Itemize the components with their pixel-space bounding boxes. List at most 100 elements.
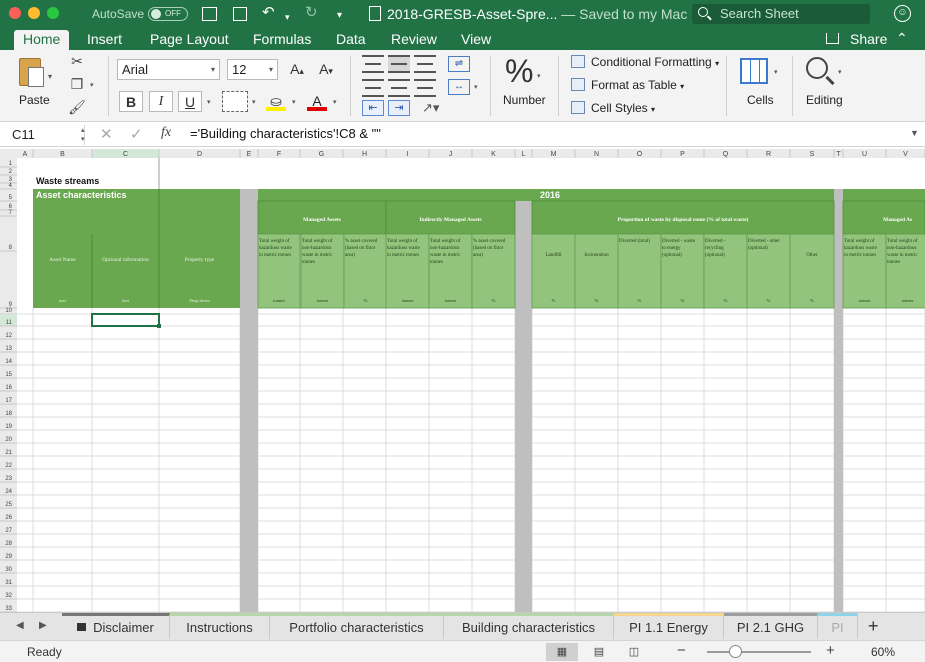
- cell-styles-button[interactable]: Cell Styles ▾: [571, 100, 655, 118]
- tab-data[interactable]: Data: [327, 30, 375, 50]
- underline-button[interactable]: U: [178, 91, 202, 112]
- underline-dropdown-icon[interactable]: ▾: [207, 98, 211, 106]
- minimize-window-button[interactable]: [28, 7, 40, 19]
- sheet-tab-disclaimer[interactable]: Disclaimer: [62, 613, 170, 639]
- align-middle-icon[interactable]: [388, 55, 410, 73]
- number-label[interactable]: Number: [503, 93, 546, 107]
- expand-formula-bar-icon[interactable]: ▼: [910, 128, 919, 138]
- sheet-tab-instructions[interactable]: Instructions: [170, 613, 270, 639]
- merge-center-icon[interactable]: ↔: [448, 79, 470, 95]
- column-header-label: D: [197, 151, 202, 158]
- managed-col-label: % asset covered: [345, 239, 378, 244]
- font-size-select[interactable]: 12 ▾: [227, 59, 278, 80]
- increase-font-size-button[interactable]: A▴: [285, 59, 309, 80]
- align-top-icon[interactable]: [362, 55, 384, 73]
- copy-icon[interactable]: ❐: [68, 76, 86, 92]
- name-box-stepper-icon[interactable]: ▴ ▾: [81, 126, 85, 144]
- maximize-window-button[interactable]: [47, 7, 59, 19]
- borders-dropdown-icon[interactable]: ▾: [252, 98, 256, 106]
- customize-toolbar-icon[interactable]: ▾: [337, 8, 342, 24]
- cells-dropdown-icon[interactable]: ▾: [774, 68, 778, 76]
- undo-icon[interactable]: ↶: [262, 5, 275, 21]
- sheet-tab-building-characteristics[interactable]: Building characteristics: [444, 613, 614, 639]
- paste-dropdown-icon[interactable]: ▾: [48, 72, 52, 81]
- zoom-in-icon[interactable]: +: [826, 642, 835, 659]
- editing-search-icon[interactable]: [806, 57, 828, 79]
- tab-review[interactable]: Review: [382, 30, 446, 50]
- managed-cont-col-label: hazardous waste: [844, 246, 878, 251]
- tab-page-layout[interactable]: Page Layout: [141, 30, 238, 50]
- merge-dropdown-icon[interactable]: ▾: [474, 83, 478, 91]
- redo-icon[interactable]: ↻: [305, 5, 318, 21]
- sheet-tab-partial[interactable]: PI: [818, 613, 858, 639]
- paste-label[interactable]: Paste: [19, 93, 50, 107]
- save-icon[interactable]: [233, 7, 247, 21]
- align-center-icon[interactable]: [388, 79, 410, 97]
- conditional-formatting-button[interactable]: Conditional Formatting ▾: [571, 54, 719, 72]
- wrap-text-icon[interactable]: ⇌: [448, 56, 470, 72]
- fill-color-dropdown-icon[interactable]: ▾: [292, 98, 296, 106]
- align-left-icon[interactable]: [362, 79, 384, 97]
- number-dropdown-icon[interactable]: ▾: [537, 72, 541, 80]
- borders-button[interactable]: [222, 91, 248, 112]
- grid-canvas[interactable]: A B C D E F G H I J K L M N O P Q R S T U V123456789101112131…: [0, 149, 925, 612]
- prev-sheet-icon[interactable]: ◀: [16, 620, 24, 631]
- feedback-smiley-icon[interactable]: ☺: [894, 5, 911, 22]
- cut-icon[interactable]: ✂: [68, 53, 86, 69]
- zoom-slider-thumb[interactable]: [729, 645, 742, 658]
- asset-column-unit: text: [122, 298, 129, 303]
- sidebar-toggle-icon[interactable]: [202, 7, 217, 21]
- increase-indent-icon[interactable]: ⇥: [388, 100, 410, 116]
- share-button[interactable]: Share: [826, 30, 887, 48]
- number-format-icon[interactable]: %: [505, 54, 533, 88]
- worksheet-grid[interactable]: A B C D E F G H I J K L M N O P Q R S T U V 1 2 3 4 5 6 7 8 9 10 11 12 13 1…: [0, 149, 925, 612]
- undo-dropdown-icon[interactable]: ▾: [285, 9, 290, 25]
- decrease-indent-icon[interactable]: ⇤: [362, 100, 384, 116]
- row-header-label: 20: [5, 437, 12, 443]
- bold-button[interactable]: B: [119, 91, 143, 112]
- sheet-tab-portfolio-characteristics[interactable]: Portfolio characteristics: [270, 613, 444, 639]
- asset-characteristics-label: Asset characteristics: [36, 190, 127, 200]
- format-as-table-button[interactable]: Format as Table ▾: [571, 77, 684, 95]
- search-sheet-input[interactable]: Search Sheet: [692, 4, 870, 24]
- confirm-formula-icon[interactable]: ✓: [130, 125, 143, 143]
- decrease-font-size-button[interactable]: A▾: [314, 59, 338, 80]
- formula-input[interactable]: ='Building characteristics'!C8 & "": [190, 126, 381, 141]
- sheet-tab-energy[interactable]: PI 1.1 Energy: [614, 613, 724, 639]
- font-color-dropdown-icon[interactable]: ▾: [333, 98, 337, 106]
- sheet-tab-ghg[interactable]: PI 2.1 GHG: [724, 613, 818, 639]
- align-right-icon[interactable]: [414, 79, 436, 97]
- indirect-col-label: Total weight of: [387, 239, 418, 244]
- row-header-label: 11: [6, 320, 13, 326]
- format-painter-icon[interactable]: 🖌: [68, 99, 86, 115]
- tab-view[interactable]: View: [452, 30, 500, 50]
- font-name-select[interactable]: Arial ▾: [117, 59, 220, 80]
- tab-home[interactable]: Home: [14, 30, 70, 50]
- next-sheet-icon[interactable]: ▶: [39, 620, 47, 631]
- italic-button[interactable]: I: [149, 91, 173, 112]
- align-bottom-icon[interactable]: [414, 55, 436, 73]
- cells-icon[interactable]: [740, 58, 768, 84]
- ribbon-separator: [558, 56, 559, 116]
- collapse-ribbon-icon[interactable]: ⌃: [896, 30, 908, 47]
- normal-view-icon[interactable]: ▦: [546, 643, 578, 661]
- page-layout-view-icon[interactable]: ▤: [583, 643, 615, 661]
- add-sheet-icon[interactable]: +: [868, 616, 879, 637]
- cells-label[interactable]: Cells: [747, 93, 774, 107]
- cancel-formula-icon[interactable]: ✕: [100, 125, 113, 143]
- autosave-toggle[interactable]: OFF: [148, 7, 188, 21]
- editing-dropdown-icon[interactable]: ▾: [838, 68, 842, 76]
- close-window-button[interactable]: [9, 7, 21, 19]
- paste-icon[interactable]: [19, 58, 44, 87]
- tab-insert[interactable]: Insert: [78, 30, 131, 50]
- copy-dropdown-icon[interactable]: ▾: [90, 81, 94, 89]
- insert-function-icon[interactable]: fx: [161, 125, 171, 141]
- name-box[interactable]: C11 ▴ ▾: [8, 125, 85, 145]
- editing-label[interactable]: Editing: [806, 93, 843, 107]
- zoom-out-icon[interactable]: −: [677, 642, 686, 659]
- page-break-view-icon[interactable]: ◫: [618, 643, 650, 661]
- zoom-slider[interactable]: [707, 651, 811, 653]
- fill-color-swatch: [266, 107, 286, 111]
- orientation-icon[interactable]: ↗▾: [422, 100, 442, 116]
- tab-formulas[interactable]: Formulas: [244, 30, 320, 50]
